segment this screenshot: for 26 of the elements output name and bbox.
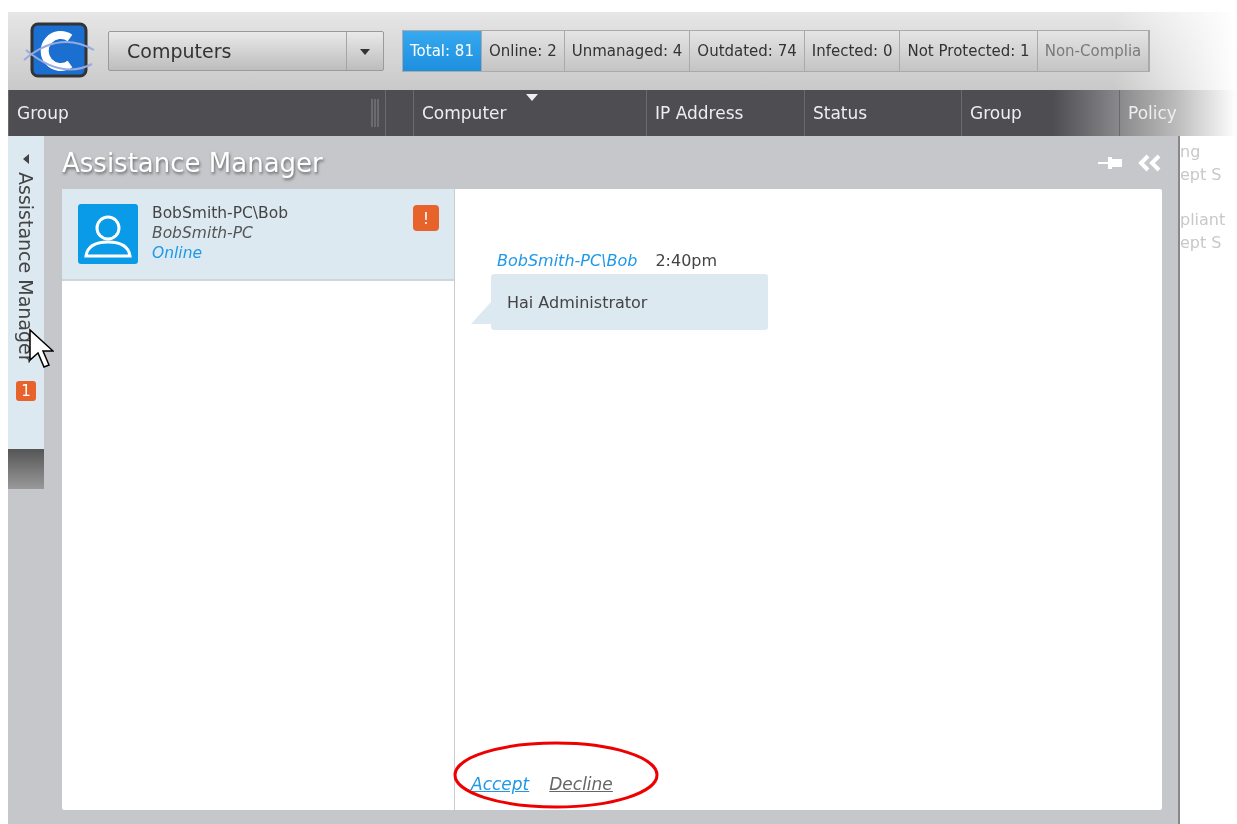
summary-tab[interactable]: Online: 2 [481,31,565,71]
message-time: 2:40pm [655,251,718,270]
contact-name: BobSmith-PC\Bob [152,204,289,222]
contact-status: Online [152,244,203,262]
notification-count: 1 [16,380,36,401]
double-chevron-icon[interactable] [1138,153,1162,172]
drag-handle[interactable] [8,449,44,489]
summary-tab[interactable]: Not Protected: 1 [900,31,1038,71]
action-link[interactable]: Decline [549,774,613,794]
message-sender: BobSmith-PC\Bob [497,251,638,270]
alert-badge: ! [413,205,439,231]
contact-item[interactable]: BobSmith-PC\Bob BobSmith-PC Online ! [62,189,454,281]
pin-icon[interactable] [1098,154,1124,171]
panel-title: Assistance Manager [62,147,323,178]
contact-computer: BobSmith-PC [152,224,254,242]
side-tab[interactable]: Assistance Manager 1 [8,136,44,449]
resize-grip-icon[interactable] [371,99,379,127]
summary-tab[interactable]: Infected: 0 [804,31,901,71]
bubble-tail [471,302,491,324]
summary-tab[interactable]: Outdated: 74 [690,31,805,71]
summary-tab[interactable]: Unmanaged: 4 [564,31,691,71]
collapse-arrow-icon [22,154,30,164]
message-bubble: Hai Administrator [491,274,768,330]
user-avatar-icon [78,204,138,264]
side-tab-label: Assistance Manager [15,172,37,363]
view-dropdown[interactable]: Computers [108,31,384,71]
